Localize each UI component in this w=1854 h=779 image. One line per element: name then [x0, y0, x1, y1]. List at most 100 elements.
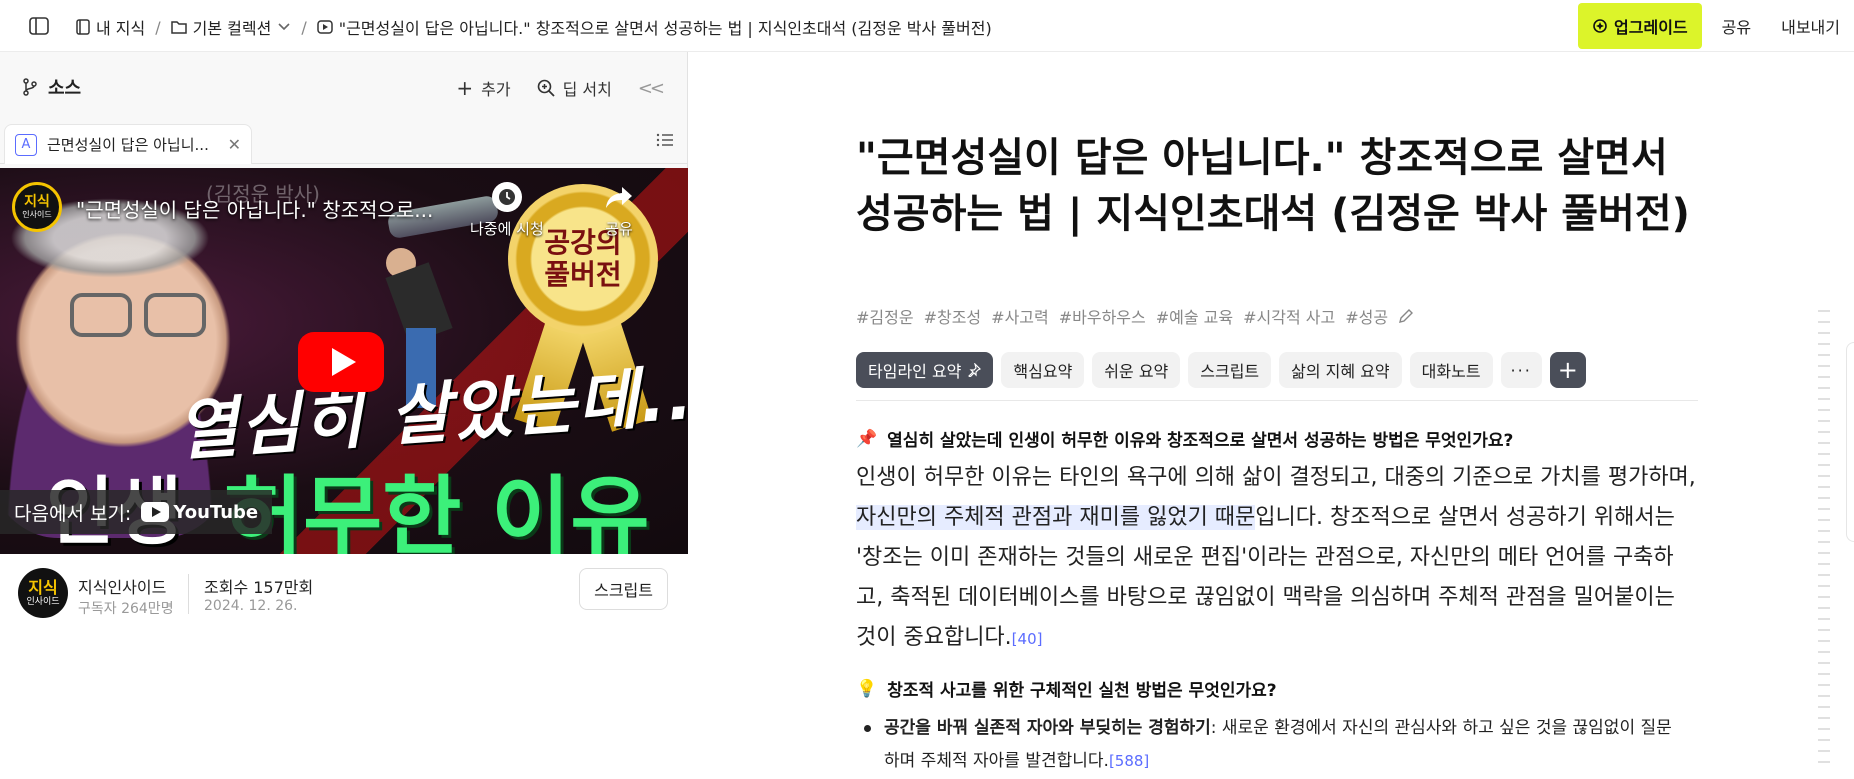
close-icon[interactable]: ✕: [228, 135, 241, 154]
youtube-label: YouTube: [173, 501, 259, 523]
list-icon[interactable]: [656, 132, 674, 148]
breadcrumb-collection[interactable]: 기본 컬렉션: [170, 15, 292, 39]
more-tabs-button[interactable]: ···: [1500, 352, 1542, 388]
question-heading: 📌 열심히 살았는데 인생이 허무한 이유와 창조적으로 살면서 성공하는 방법…: [856, 426, 1514, 452]
breadcrumb-separator: /: [301, 17, 307, 37]
script-button[interactable]: 스크립트: [579, 568, 668, 610]
source-type-badge: A: [15, 133, 37, 156]
tag[interactable]: #김정운: [856, 304, 914, 328]
page-title: "근면성실이 답은 아닙니다." 창조적으로 살면서 성공하는 법 | 지식인초…: [856, 135, 1690, 237]
summary-tabs: 타임라인 요약 핵심요약 쉬운 요약 스크립트 삶의 지혜 요약 대화노트 ··…: [856, 352, 1586, 388]
sidebar-toggle-icon[interactable]: [26, 13, 52, 39]
edit-pencil-icon[interactable]: [1398, 308, 1414, 324]
document-view: "근면성실이 답은 아닙니다." 창조적으로 살면서 성공하는 법 | 지식인초…: [689, 52, 1854, 779]
tag[interactable]: #예술 교육: [1156, 304, 1233, 328]
list-item: 공간을 바꿔 실존적 자아와 부딪히는 경험하기: 새로운 환경에서 자신의 관…: [856, 712, 1676, 778]
source-tab-row: A 근면성실이 답은 아닙니... ✕: [0, 122, 688, 164]
collapse-panel-icon[interactable]: <<: [638, 78, 665, 99]
breadcrumb-current-label: "근면성실이 답은 아닙니다." 창조적으로 살면서 성공하는 법 | 지식인초…: [338, 19, 992, 38]
tag[interactable]: #바우하우스: [1059, 304, 1146, 328]
video-title[interactable]: "근면성실이 답은 아닙니다." 창조적으로...: [76, 194, 433, 223]
tab-core-summary[interactable]: 핵심요약: [1001, 352, 1085, 388]
share-arrow-icon: [606, 187, 632, 208]
watch-later-label: 나중에 시청: [470, 220, 544, 238]
folder-icon: [170, 21, 187, 34]
tag[interactable]: #사고력: [991, 304, 1049, 328]
tab-easy-summary[interactable]: 쉬운 요약: [1092, 352, 1181, 388]
avatar[interactable]: 지식 인사이드: [18, 568, 68, 618]
tab-script[interactable]: 스크립트: [1188, 352, 1272, 388]
clock-icon: [491, 182, 522, 212]
video-share-button[interactable]: 공유: [604, 182, 634, 239]
source-tab-label: 근면성실이 답은 아닙니...: [47, 136, 209, 154]
play-button[interactable]: [298, 332, 384, 392]
question-heading: 💡 창조적 사고를 위한 구체적인 실천 방법은 무엇인가요?: [856, 676, 1277, 702]
question-text: 창조적 사고를 위한 구체적인 실천 방법은 무엇인가요?: [887, 681, 1277, 701]
tag[interactable]: #시각적 사고: [1243, 304, 1335, 328]
pushpin-icon: 📌: [856, 428, 878, 449]
citation-link[interactable]: [588]: [1109, 752, 1149, 770]
avatar-line1: 지식: [28, 577, 58, 597]
share-button[interactable]: 공유: [1722, 14, 1751, 38]
answer-paragraph: 인생이 허무한 이유는 타인의 욕구에 의해 삶이 결정되고, 대중의 기준으로…: [856, 458, 1696, 659]
tag[interactable]: #성공: [1345, 304, 1388, 328]
sparkle-icon: [1593, 19, 1607, 33]
side-panel-handle[interactable]: [1846, 342, 1854, 542]
channel-logo-line2: 인사이드: [22, 210, 52, 219]
video-thumbnail-glasses: [70, 293, 220, 337]
avatar-line2: 인사이드: [26, 596, 60, 607]
video-icon: [316, 20, 333, 34]
add-source-button[interactable]: + 추가: [456, 76, 510, 100]
watch-on-label: 다음에서 보기:: [14, 502, 132, 525]
youtube-icon: [141, 502, 170, 522]
export-button[interactable]: 내보내기: [1781, 14, 1840, 38]
tab-conversation-note[interactable]: 대화노트: [1409, 352, 1493, 388]
breadcrumb-my-knowledge[interactable]: 내 지식: [76, 15, 145, 39]
plus-icon: +: [456, 76, 474, 100]
tab-life-wisdom-summary[interactable]: 삶의 지혜 요약: [1279, 352, 1402, 388]
divider: [856, 400, 1698, 401]
chevron-down-icon: [278, 23, 290, 31]
search-plus-icon: [537, 79, 555, 97]
scroll-outline-ticks[interactable]: [1818, 310, 1830, 770]
upload-date: 2024. 12. 26.: [204, 598, 298, 614]
channel-name[interactable]: 지식인사이드: [78, 574, 166, 598]
add-tab-button[interactable]: +: [1549, 352, 1586, 388]
tag-list: #김정운 #창조성 #사고력 #바우하우스 #예술 교육 #시각적 사고 #성공: [856, 304, 1414, 328]
play-icon: [332, 348, 356, 376]
lightbulb-icon: 💡: [856, 678, 878, 699]
watch-later-button[interactable]: 나중에 시청: [470, 182, 544, 239]
sources-title: 소스: [22, 74, 81, 100]
deep-search-label: 딥 서치: [562, 80, 612, 99]
breadcrumb: 내 지식 / 기본 컬렉션 / "근면성실이 답은 아닙니다." 창조적으로 살…: [76, 15, 992, 39]
answer-text: 인생이 허무한 이유는 타인의 욕구에 의해 삶이 결정되고, 대중의 기준으로…: [856, 465, 1696, 490]
video-player[interactable]: 공강의 풀버전 (김정운 박사) 지식 인사이드 "근면성실이 답은 아닙니다.…: [0, 168, 688, 554]
breadcrumb-current: "근면성실이 답은 아닙니다." 창조적으로 살면서 성공하는 법 | 지식인초…: [316, 15, 992, 39]
medal-line2: 풀버전: [544, 258, 622, 291]
video-share-label: 공유: [605, 220, 633, 238]
tag[interactable]: #창조성: [924, 304, 982, 328]
watch-on-youtube-button[interactable]: 다음에서 보기: YouTube: [0, 490, 273, 534]
view-count: 조회수 157만회: [204, 578, 314, 597]
channel-logo-line1: 지식: [24, 194, 50, 210]
branch-icon: [23, 78, 37, 96]
youtube-logo: YouTube: [141, 502, 258, 523]
citation-link[interactable]: [40]: [1012, 630, 1043, 648]
deep-search-button[interactable]: 딥 서치: [537, 76, 612, 100]
tab-timeline-summary[interactable]: 타임라인 요약: [856, 352, 994, 388]
highlighted-text[interactable]: 자신만의 주체적 관점과 재미를 잃었기 때문: [856, 505, 1256, 530]
subscriber-count: 구독자 264만명: [78, 601, 174, 617]
upgrade-button[interactable]: 업그레이드: [1578, 3, 1702, 49]
book-icon: [76, 19, 90, 35]
sources-title-label: 소스: [48, 78, 82, 99]
sources-header: 소스 + 추가 딥 서치 <<: [0, 52, 688, 120]
channel-logo[interactable]: 지식 인사이드: [12, 182, 62, 232]
top-bar: 내 지식 / 기본 컬렉션 / "근면성실이 답은 아닙니다." 창조적으로 살…: [0, 0, 1854, 52]
source-tab[interactable]: A 근면성실이 답은 아닙니... ✕: [4, 124, 252, 164]
sources-empty-area: [0, 634, 688, 779]
add-source-label: 추가: [481, 80, 511, 99]
breadcrumb-my-knowledge-label: 내 지식: [96, 19, 146, 38]
tab-timeline-summary-label: 타임라인 요약: [868, 362, 962, 381]
sources-panel: 소스 + 추가 딥 서치 << A 근면성실이 답은 아닙니... ✕ 공강의 …: [0, 52, 688, 779]
question-text: 열심히 살았는데 인생이 허무한 이유와 창조적으로 살면서 성공하는 방법은 …: [887, 431, 1514, 451]
